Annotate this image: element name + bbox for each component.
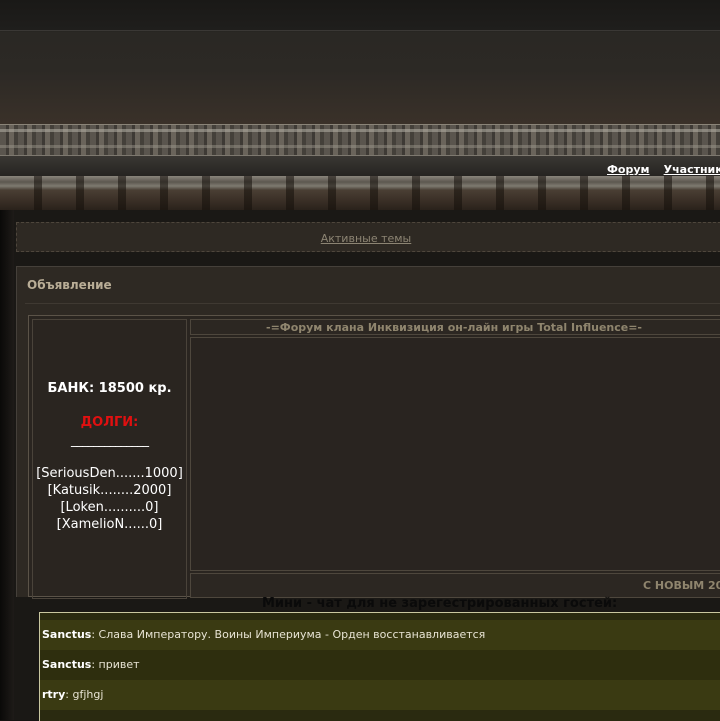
debt-entry: [SeriousDen.......1000] — [36, 466, 183, 481]
active-topics-link[interactable]: Активные темы — [321, 232, 412, 245]
debts-list: [SeriousDen.......1000] [Katusik........… — [33, 465, 186, 533]
guest-chat-title: Мини - чат для не зарегестрированных гос… — [262, 596, 618, 611]
announcement-title: Объявление — [27, 278, 112, 292]
chat-message: Sanctus: Слава Императору. Воины Империу… — [40, 620, 720, 650]
debt-entry: [XamelioN......0] — [56, 517, 163, 532]
debt-entry: [Loken..........0] — [60, 500, 159, 515]
bank-cell: БАНК: 18500 кр. ДОЛГИ: ______________ [S… — [32, 319, 187, 599]
chat-message: rtry: gfjhgj — [40, 680, 720, 710]
forum-headline: -=Форум клана Инквизиция он-лайн игры To… — [266, 321, 642, 334]
chat-author[interactable]: rtry — [42, 688, 65, 701]
announcement-table: БАНК: 18500 кр. ДОЛГИ: ______________ [S… — [28, 315, 720, 599]
active-topics-box: Активные темы — [16, 222, 720, 252]
guest-chat-box: Sanctus: Слава Императору. Воины Империу… — [39, 612, 720, 721]
top-nav-bar: Форум Участники — [0, 155, 720, 177]
chat-author[interactable]: Sanctus — [42, 658, 91, 671]
announcement-content-area — [190, 337, 720, 571]
debts-separator: ______________ — [71, 433, 149, 448]
header-metal-strip — [0, 124, 720, 156]
new-year-bar: С НОВЫМ 20 — [190, 573, 720, 598]
site-header-banner — [0, 0, 720, 124]
forum-headline-bar: -=Форум клана Инквизиция он-лайн игры To… — [190, 319, 720, 335]
chat-message: Sanctus: привет — [40, 650, 720, 680]
debts-title: ДОЛГИ: — [80, 415, 139, 430]
bank-balance: БАНК: 18500 кр. — [47, 381, 172, 396]
chat-text: : привет — [91, 658, 140, 671]
new-year-greeting: С НОВЫМ 20 — [643, 579, 720, 592]
chat-author[interactable]: Sanctus — [42, 628, 91, 641]
announcement-panel: Объявление БАНК: 18500 кр. ДОЛГИ: ______… — [16, 266, 720, 599]
header-decor-strip — [0, 176, 720, 210]
nav-link-members[interactable]: Участники — [664, 163, 720, 176]
announcement-divider — [25, 303, 720, 304]
left-shadow — [0, 210, 14, 720]
nav-link-forum[interactable]: Форум — [607, 163, 650, 176]
chat-text: : gfjhgj — [65, 688, 104, 701]
chat-text: : Слава Императору. Воины Империума - Ор… — [91, 628, 486, 641]
debt-entry: [Katusik........2000] — [47, 483, 172, 498]
nav-links: Форум Участники — [607, 158, 720, 177]
